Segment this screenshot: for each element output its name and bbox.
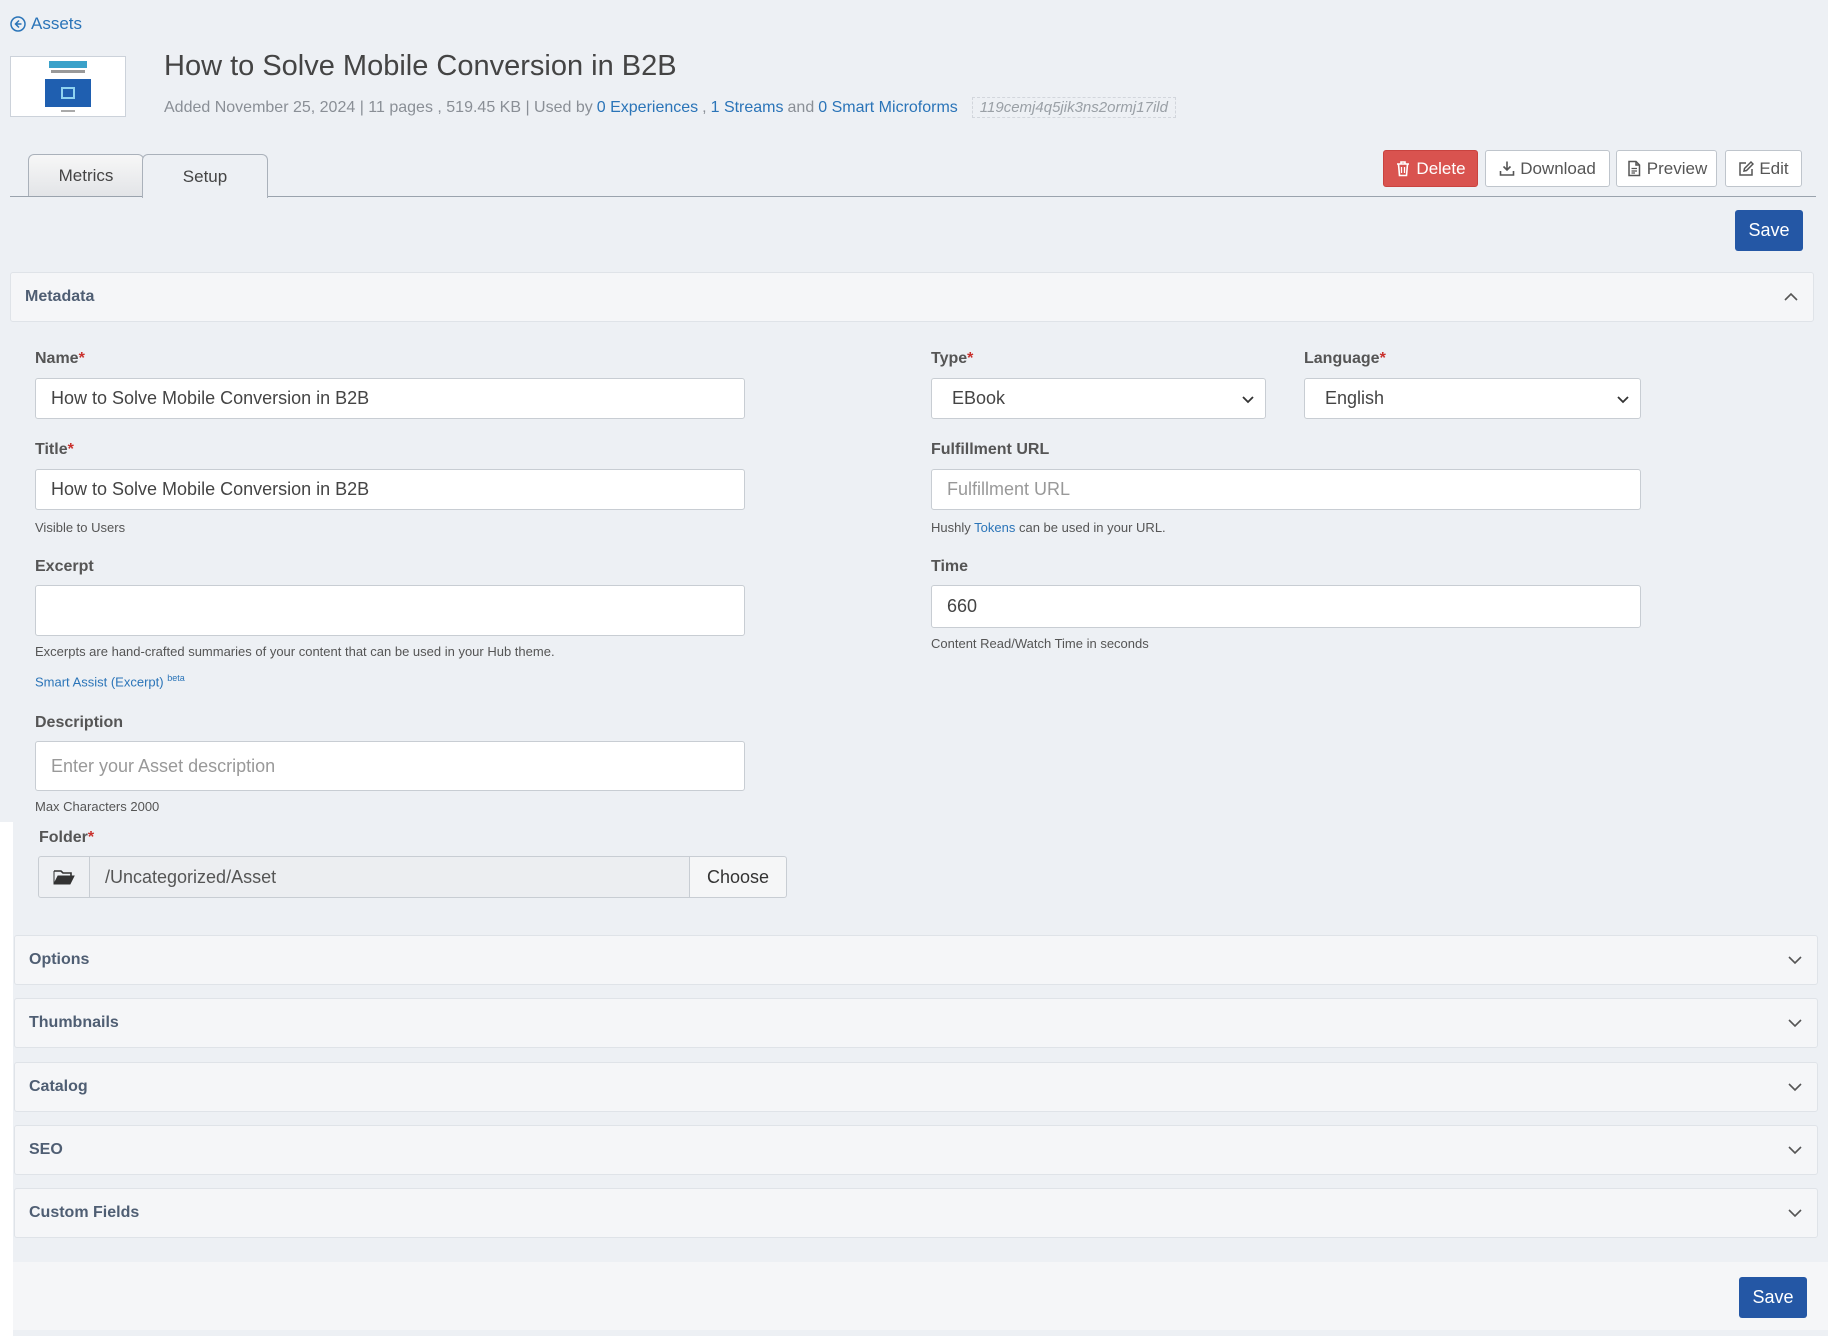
tab-metrics[interactable]: Metrics [28, 154, 144, 197]
form-footer [13, 1262, 1828, 1330]
chevron-down-icon [1788, 1083, 1802, 1092]
name-field[interactable]: How to Solve Mobile Conversion in B2B [35, 378, 745, 419]
metadata-panel-title: Metadata [25, 288, 95, 305]
asset-meta: Added November 25, 2024 | 11 pages , 519… [164, 97, 1176, 118]
title-field-label: Title* [35, 441, 74, 458]
excerpt-field-label: Excerpt [35, 558, 94, 575]
page-gutter [0, 822, 13, 1336]
excerpt-field[interactable] [35, 585, 745, 636]
chevron-down-icon [1788, 1146, 1802, 1155]
seo-panel-header[interactable]: SEO [14, 1125, 1818, 1175]
trash-icon [1397, 161, 1410, 177]
page-title: How to Solve Mobile Conversion in B2B [164, 50, 677, 82]
arrow-circle-left-icon [10, 16, 26, 32]
catalog-panel-title: Catalog [29, 1078, 88, 1095]
file-icon [1628, 160, 1641, 177]
title-help: Visible to Users [35, 520, 126, 535]
chevron-down-icon [1788, 1209, 1802, 1218]
asset-thumbnail [10, 56, 126, 117]
smart-assist-excerpt-link[interactable]: Smart Assist (Excerpt) beta [35, 673, 185, 689]
time-help: Content Read/Watch Time in seconds [931, 636, 1149, 651]
delete-button[interactable]: Delete [1383, 150, 1478, 187]
language-select-value: English [1325, 388, 1385, 408]
folder-field-label: Folder* [39, 829, 95, 846]
folder-picker: /Uncategorized/Asset Choose [38, 856, 788, 898]
chevron-down-icon [1242, 395, 1254, 403]
name-field-label: Name* [35, 350, 85, 367]
back-to-assets-link[interactable]: Assets [10, 14, 82, 34]
language-field-label: Language* [1304, 350, 1386, 367]
save-button-top[interactable]: Save [1735, 210, 1803, 251]
meta-separator: , [702, 98, 707, 116]
save-button-bottom[interactable]: Save [1739, 1277, 1807, 1318]
preview-label: Preview [1646, 158, 1708, 178]
thumbnails-panel-header[interactable]: Thumbnails [14, 998, 1818, 1048]
description-help: Max Characters 2000 [35, 799, 160, 814]
folder-path-field: /Uncategorized/Asset [90, 856, 690, 898]
language-select[interactable]: English [1304, 378, 1641, 419]
description-field[interactable]: Enter your Asset description [35, 741, 745, 791]
meta-summary: Added November 25, 2024 | 11 pages , 519… [164, 98, 593, 116]
type-select[interactable]: EBook [931, 378, 1266, 419]
fulfillment-url-label: Fulfillment URL [931, 441, 1050, 458]
description-field-label: Description [35, 714, 124, 731]
microforms-link[interactable]: 0 Smart Microforms [818, 99, 958, 117]
choose-folder-button[interactable]: Choose [690, 856, 787, 898]
thumbnails-panel-title: Thumbnails [29, 1014, 119, 1031]
folder-icon-button[interactable] [38, 856, 90, 898]
chevron-down-icon [1788, 1019, 1802, 1028]
meta-and: and [787, 98, 815, 116]
fulfillment-url-field[interactable]: Fulfillment URL [931, 469, 1641, 510]
experiences-link[interactable]: 0 Experiences [597, 99, 698, 117]
type-field-label: Type* [931, 350, 974, 367]
options-panel-header[interactable]: Options [14, 935, 1818, 985]
folder-open-icon [53, 870, 75, 885]
title-field[interactable]: How to Solve Mobile Conversion in B2B [35, 469, 745, 510]
edit-button[interactable]: Edit [1725, 150, 1802, 187]
edit-label: Edit [1759, 158, 1789, 178]
chevron-down-icon [1788, 956, 1802, 965]
download-icon [1499, 161, 1515, 176]
tab-divider [10, 196, 1816, 197]
tokens-link[interactable]: Tokens [974, 520, 1015, 535]
excerpt-help: Excerpts are hand-crafted summaries of y… [35, 644, 555, 659]
type-select-value: EBook [952, 388, 1006, 408]
chevron-down-icon [1617, 395, 1629, 403]
custom-fields-panel-title: Custom Fields [29, 1204, 140, 1221]
chevron-up-icon [1784, 292, 1798, 301]
delete-label: Delete [1416, 158, 1466, 178]
edit-icon [1739, 160, 1755, 176]
download-button[interactable]: Download [1485, 150, 1610, 187]
smart-assist-label: Smart Assist (Excerpt) [35, 674, 164, 690]
preview-button[interactable]: Preview [1616, 150, 1717, 187]
fulfillment-url-help: Hushly Tokens can be used in your URL. [931, 520, 1166, 535]
catalog-panel-header[interactable]: Catalog [14, 1062, 1818, 1112]
options-panel-title: Options [29, 951, 90, 968]
time-field-label: Time [931, 558, 969, 575]
custom-fields-panel-header[interactable]: Custom Fields [14, 1188, 1818, 1238]
metadata-panel-header[interactable]: Metadata [10, 272, 1814, 322]
tab-setup[interactable]: Setup [142, 154, 268, 198]
time-field[interactable]: 660 [931, 585, 1641, 628]
beta-badge: beta [167, 673, 185, 683]
asset-hash: 119cemj4q5jik3ns2ormj17ild [971, 97, 1176, 118]
streams-link[interactable]: 1 Streams [711, 99, 784, 117]
seo-panel-title: SEO [29, 1141, 63, 1158]
back-link-label: Assets [31, 14, 83, 33]
download-label: Download [1520, 158, 1596, 178]
